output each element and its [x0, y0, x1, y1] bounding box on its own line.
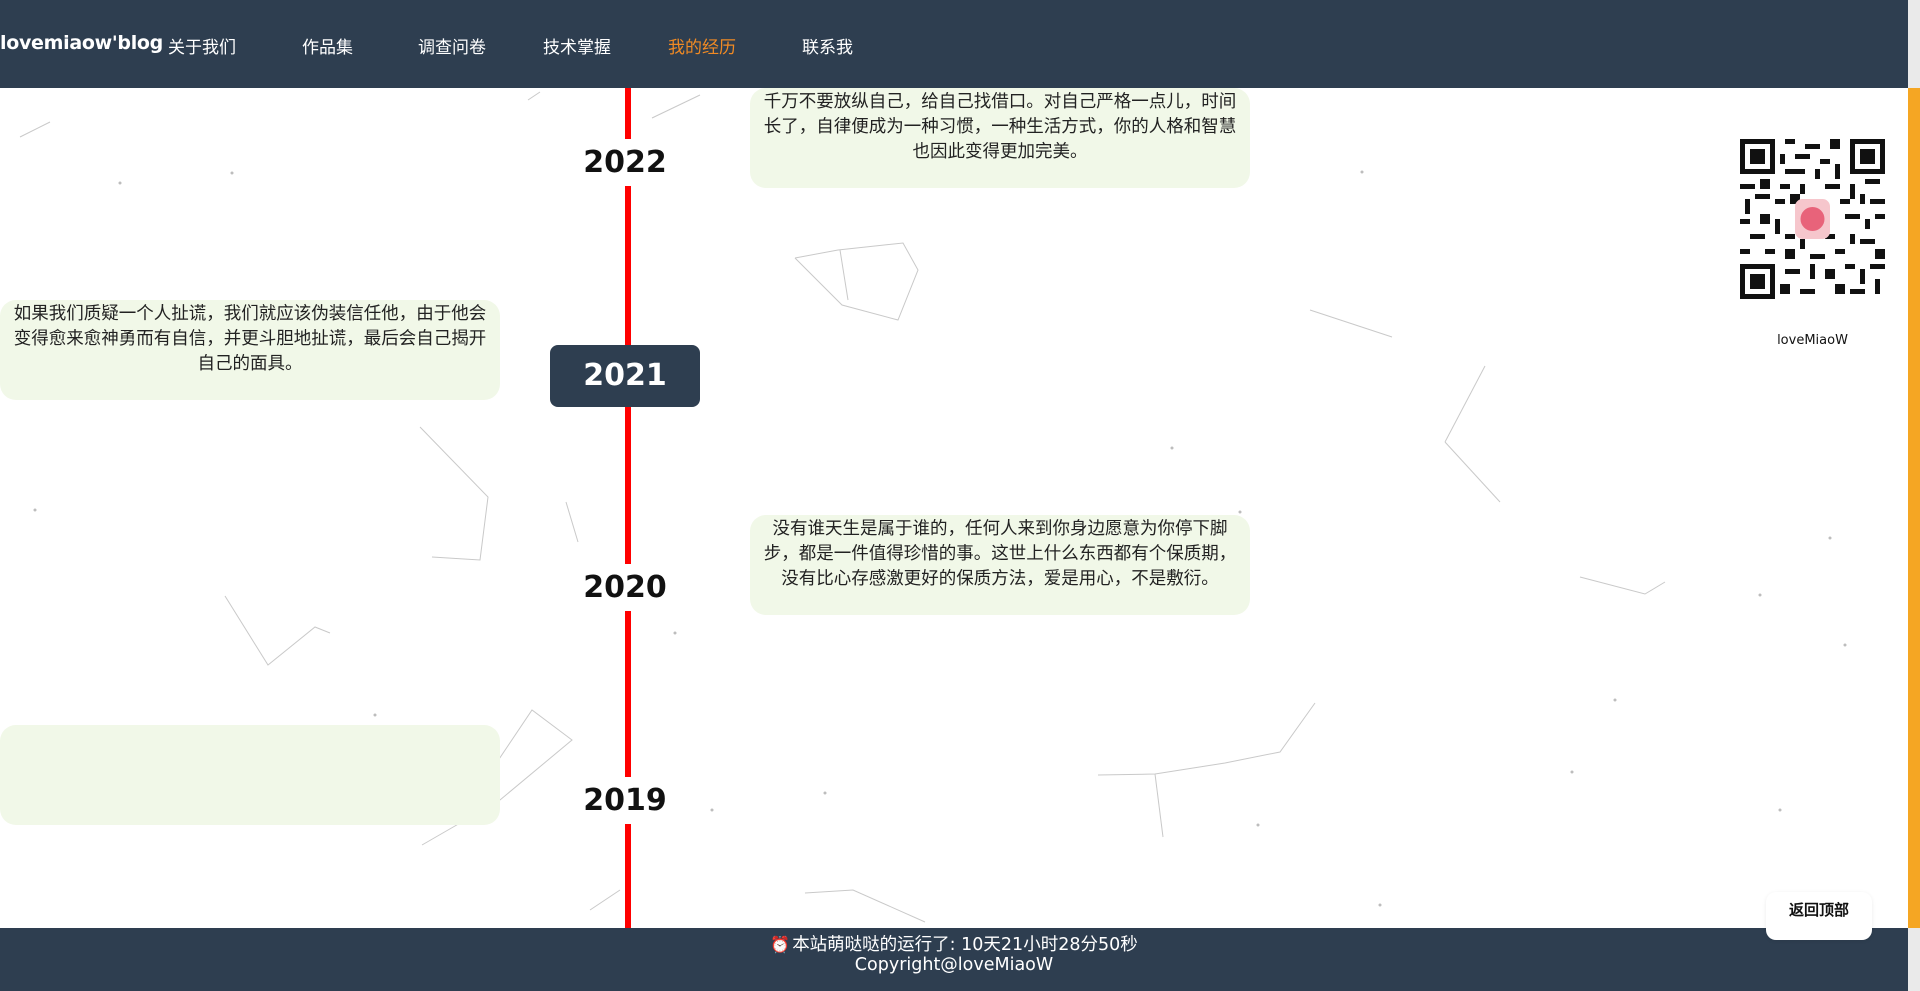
- nav-survey[interactable]: 调查问卷: [418, 33, 486, 58]
- qr-code-icon: [1740, 139, 1885, 299]
- nav-experience[interactable]: 我的经历: [668, 33, 736, 58]
- nav-about[interactable]: 关于我们: [168, 33, 236, 58]
- timeline-year-2022: 2022: [550, 139, 700, 186]
- nav-portfolio[interactable]: 作品集: [302, 33, 353, 58]
- site-brand[interactable]: lovemiaow'blog: [0, 32, 163, 54]
- page-footer: ⏰ 本站萌哒哒的运行了: 10天21小时28分50秒 Copyright@love…: [0, 928, 1908, 991]
- top-navbar: lovemiaow'blog 关于我们 作品集 调查问卷 技术掌握 我的经历 联…: [0, 0, 1908, 88]
- nav-contact[interactable]: 联系我: [802, 33, 853, 58]
- runtime-value: 10天21小时28分50秒: [961, 935, 1138, 955]
- timeline-card-2020: 没有谁天生是属于谁的，任何人来到你身边愿意为你停下脚步，都是一件值得珍惜的事。这…: [750, 515, 1250, 615]
- timeline-year-2020: 2020: [550, 564, 700, 611]
- runtime-prefix: 本站萌哒哒的运行了:: [792, 935, 962, 955]
- timeline-card-2022: 千万不要放纵自己，给自己找借口。对自己严格一点儿，时间长了，自律便成为一种习惯，…: [750, 88, 1250, 188]
- alarm-clock-icon: ⏰: [770, 935, 791, 954]
- nav-skills[interactable]: 技术掌握: [543, 33, 611, 58]
- timeline-year-2019: 2019: [550, 777, 700, 824]
- timeline-card-2021: 如果我们质疑一个人扯谎，我们就应该伪装信任他，由于他会变得愈来愈神勇而有自信，并…: [0, 300, 500, 400]
- qr-caption: loveMiaoW: [1777, 333, 1848, 348]
- timeline-year-2021[interactable]: 2021: [550, 345, 700, 407]
- back-to-top-button[interactable]: 返回顶部: [1766, 892, 1872, 940]
- timeline-card-2019: [0, 725, 500, 825]
- scrollbar-thumb[interactable]: [1908, 88, 1920, 928]
- site-runtime: ⏰ 本站萌哒哒的运行了: 10天21小时28分50秒: [0, 931, 1908, 956]
- copyright-text: Copyright@loveMiaoW: [854, 955, 1054, 975]
